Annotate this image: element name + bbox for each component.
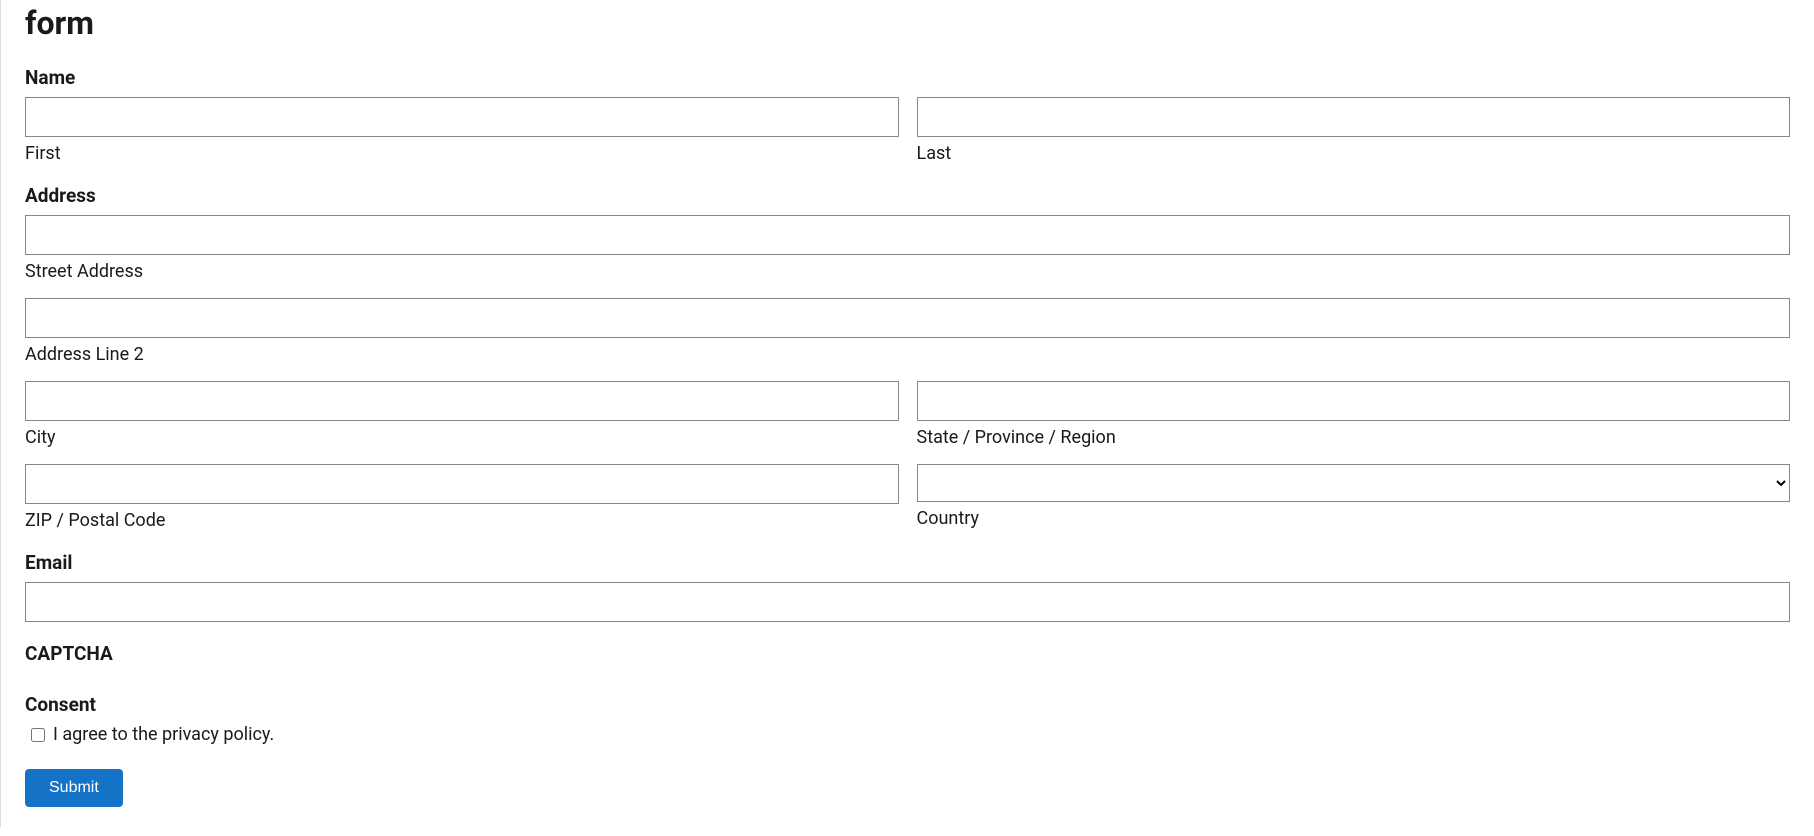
country-select[interactable] (917, 464, 1791, 502)
email-input[interactable] (25, 582, 1790, 622)
address-line2-input[interactable] (25, 298, 1790, 338)
first-name-input[interactable] (25, 97, 899, 137)
last-name-input[interactable] (917, 97, 1791, 137)
captcha-label: CAPTCHA (25, 642, 1790, 665)
city-sublabel: City (25, 427, 899, 448)
first-name-sublabel: First (25, 143, 899, 164)
state-input[interactable] (917, 381, 1791, 421)
city-input[interactable] (25, 381, 899, 421)
consent-checkbox[interactable] (31, 728, 45, 742)
street-address-sublabel: Street Address (25, 261, 1790, 282)
submit-button[interactable]: Submit (25, 769, 123, 807)
form-title: form (25, 0, 1790, 42)
last-name-sublabel: Last (917, 143, 1791, 164)
consent-label: Consent (25, 693, 1790, 716)
address-label: Address (25, 184, 1790, 207)
address-line2-sublabel: Address Line 2 (25, 344, 1790, 365)
name-label: Name (25, 66, 1790, 89)
state-sublabel: State / Province / Region (917, 427, 1791, 448)
country-sublabel: Country (917, 508, 1791, 529)
email-label: Email (25, 551, 1790, 574)
zip-sublabel: ZIP / Postal Code (25, 510, 899, 531)
consent-text: I agree to the privacy policy. (53, 724, 274, 745)
zip-input[interactable] (25, 464, 899, 504)
street-address-input[interactable] (25, 215, 1790, 255)
